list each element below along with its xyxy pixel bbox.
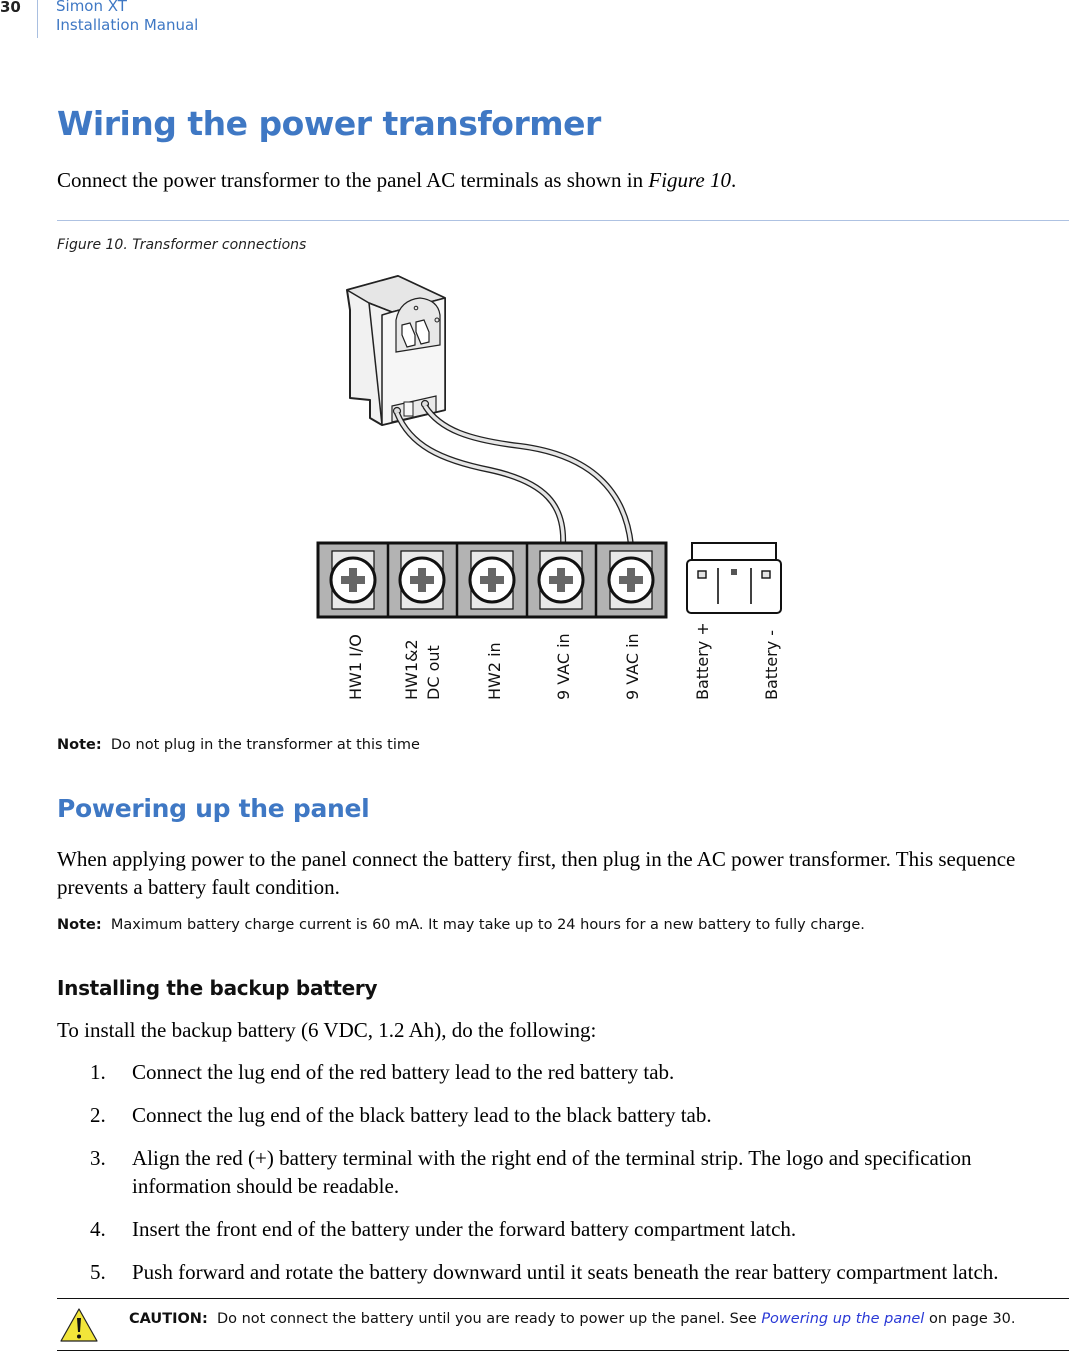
note-text: Do not plug in the transformer at this t…: [110, 737, 420, 753]
terminal-screw-icon: [607, 550, 655, 610]
battery-intro: To install the backup battery (6 VDC, 1.…: [57, 1018, 597, 1042]
heading-wiring: Wiring the power transformer: [57, 104, 601, 143]
step-text: Connect the lug end of the red battery l…: [132, 1060, 675, 1084]
list-item: 4. Insert the front end of the battery un…: [90, 1215, 1069, 1243]
step-number: 2.: [90, 1103, 106, 1127]
page-number: 30: [0, 0, 21, 16]
figure-reference: Figure 10: [648, 168, 732, 192]
document-title: Simon XT Installation Manual: [56, 0, 198, 35]
step-text: Push forward and rotate the battery down…: [132, 1260, 999, 1284]
transformer-diagram: HW1 I/O HW1&2 DC out HW2 in 9 VAC in 9 VAC in…: [316, 275, 782, 700]
step-text: Connect the lug end of the black battery…: [132, 1103, 712, 1127]
step-number: 1.: [90, 1060, 106, 1084]
list-item: 3. Align the red (+) battery terminal wit…: [90, 1144, 1069, 1200]
powering-up-link[interactable]: Powering up the panel: [761, 1311, 924, 1327]
wiring-intro-end: .: [731, 168, 737, 192]
header-divider: [37, 0, 38, 38]
wiring-intro: Connect the power transformer to the pan…: [57, 166, 736, 194]
terminal-label: 9 VAC in: [554, 633, 573, 700]
list-item: 5. Push forward and rotate the battery do…: [90, 1258, 1069, 1286]
list-item: 2. Connect the lug end of the black batte…: [90, 1101, 1069, 1129]
note-label: Note:: [57, 737, 102, 753]
step-number: 4.: [90, 1217, 106, 1241]
terminal-screw-icon: [468, 550, 516, 610]
terminal-label: HW1&2: [402, 639, 421, 700]
warning-icon: [60, 1308, 98, 1342]
terminal-label: 9 VAC in: [623, 633, 642, 700]
figure-caption: Figure 10. Transformer connections: [57, 237, 307, 253]
terminal-screw-icon: [329, 550, 377, 610]
terminal-screw-icon: [537, 550, 585, 610]
terminal-label: Battery +: [693, 622, 712, 700]
caution-text: CAUTION: Do not connect the battery unti…: [129, 1311, 1016, 1327]
terminal-label: DC out: [424, 645, 443, 700]
powering-paragraph: When applying power to the panel connect…: [57, 847, 1016, 899]
note-text: Maximum battery charge current is 60 mA.…: [110, 917, 865, 933]
caution-message-end: on page 30.: [924, 1311, 1016, 1327]
list-item: 1. Connect the lug end of the red battery…: [90, 1058, 1069, 1086]
terminal-screw-icon: [398, 550, 446, 610]
battery-connector: [686, 542, 782, 614]
caution-message: Do not connect the battery until you are…: [216, 1311, 762, 1327]
document-title-line1: Simon XT: [56, 0, 127, 15]
battery-steps-list: 1. Connect the lug end of the red battery…: [90, 1058, 1069, 1301]
note-transformer: Note: Do not plug in the transformer at …: [57, 737, 420, 753]
heading-battery: Installing the backup battery: [57, 976, 378, 1000]
wiring-intro-text: Connect the power transformer to the pan…: [57, 168, 649, 192]
terminal-label: HW1 I/O: [346, 634, 365, 700]
note-label: Note:: [57, 917, 102, 933]
caution-box: CAUTION: Do not connect the battery unti…: [57, 1298, 1069, 1351]
terminal-label: Battery -: [762, 630, 781, 700]
step-number: 3.: [90, 1146, 106, 1170]
note-charge: Note: Maximum battery charge current is …: [57, 917, 865, 933]
transformer-icon: [346, 275, 446, 426]
step-text: Insert the front end of the battery unde…: [132, 1217, 797, 1241]
document-title-line2: Installation Manual: [56, 16, 199, 34]
step-number: 5.: [90, 1260, 106, 1284]
terminal-label: HW2 in: [485, 642, 504, 700]
step-text: Align the red (+) battery terminal with …: [132, 1146, 972, 1198]
caution-label: CAUTION:: [129, 1311, 208, 1327]
figure-divider: [57, 220, 1069, 221]
heading-powering: Powering up the panel: [57, 794, 370, 823]
transformer-wires: [394, 404, 634, 546]
